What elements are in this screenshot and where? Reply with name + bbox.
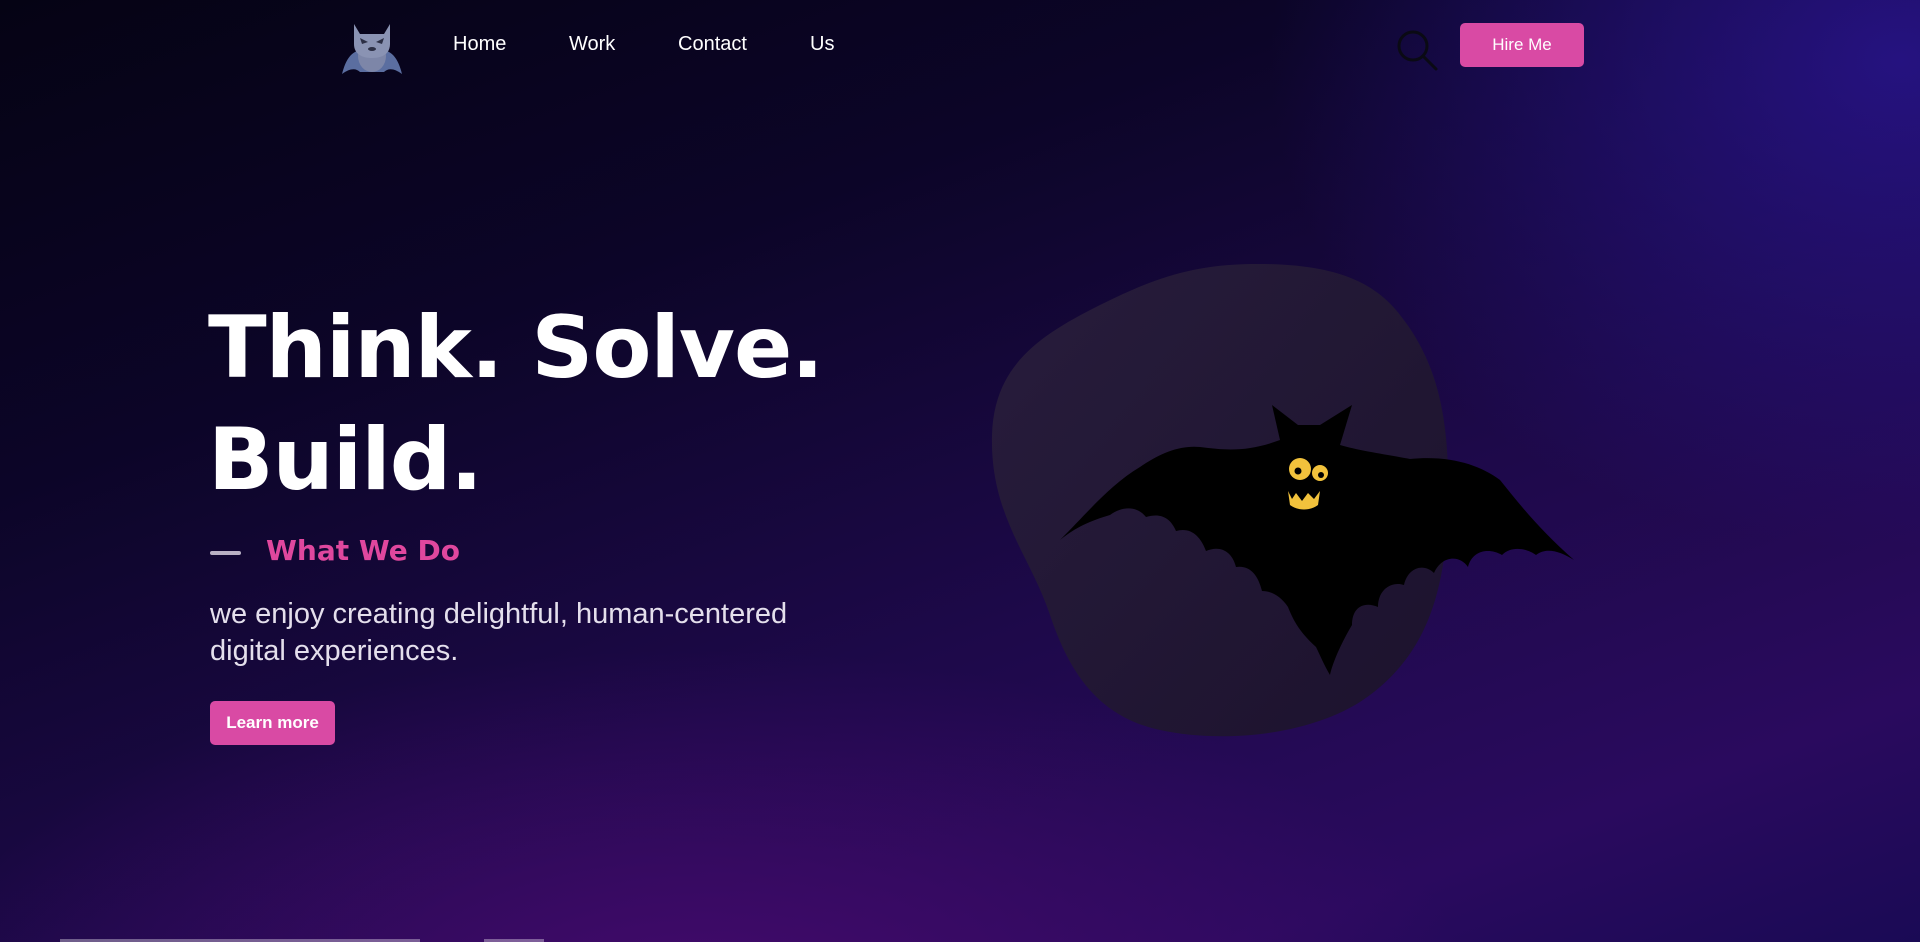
- headline-line-2: Build.: [208, 410, 483, 510]
- section-subheading: What We Do: [266, 534, 460, 567]
- learn-more-button[interactable]: Learn more: [210, 701, 335, 745]
- search-icon[interactable]: [1395, 28, 1439, 72]
- nav-link-home[interactable]: Home: [453, 33, 506, 56]
- headline-line-1: Think. Solve.: [208, 298, 824, 398]
- bat-logo-icon[interactable]: [340, 18, 404, 76]
- hero-headline: Think. Solve. Build.: [208, 292, 848, 516]
- hero-description: we enjoy creating delightful, human-cent…: [210, 598, 788, 667]
- subheading-dash: [210, 551, 241, 555]
- hire-me-button[interactable]: Hire Me: [1460, 23, 1584, 67]
- nav-link-work[interactable]: Work: [569, 33, 615, 56]
- top-nav: Home Work Contact Us Hire Me: [0, 0, 1920, 90]
- nav-link-contact[interactable]: Contact: [678, 33, 747, 56]
- nav-link-us[interactable]: Us: [810, 33, 834, 56]
- bat-illustration: [980, 255, 1580, 755]
